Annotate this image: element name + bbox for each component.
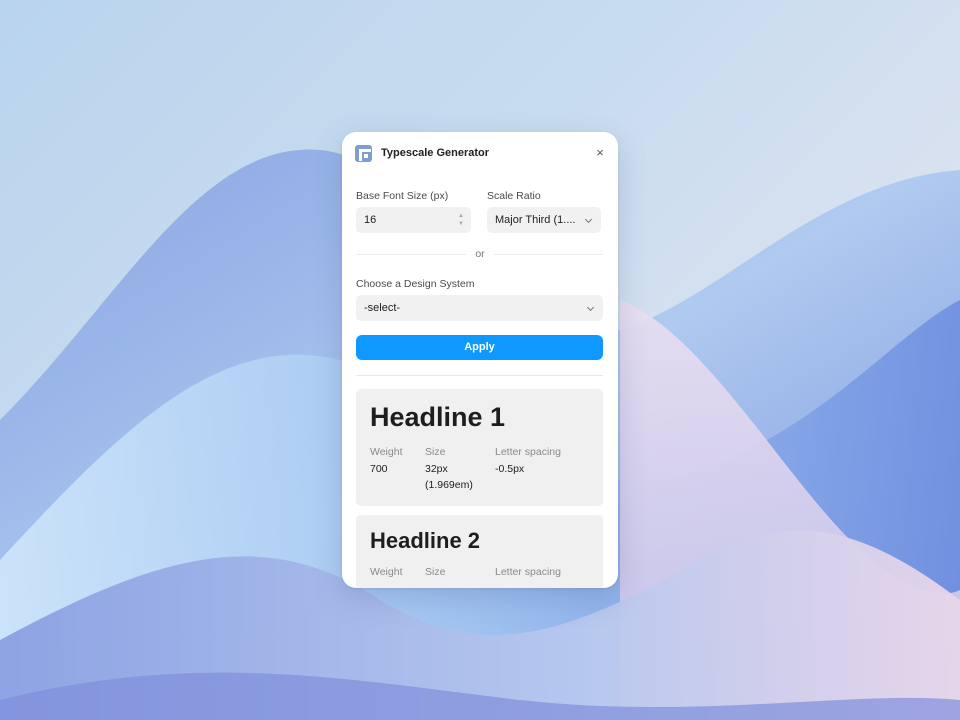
size-label: Size	[425, 566, 446, 578]
headline-2-preview: Headline 2	[370, 528, 481, 553]
typescale-plugin-panel: Typescale Generator × Base Font Size (px…	[342, 132, 618, 588]
scale-ratio-value: Major Third (1....	[495, 214, 576, 226]
size-px-value: 32px	[425, 463, 448, 475]
or-divider-text: or	[475, 248, 485, 260]
base-font-size-value: 16	[364, 214, 377, 226]
weight-label: Weight	[370, 446, 403, 458]
divider-right	[494, 254, 603, 255]
weight-label: Weight	[370, 566, 403, 578]
type-style-card-headline-2[interactable]: Headline 2 Weight Size Letter spacing	[356, 515, 603, 588]
close-icon[interactable]: ×	[593, 145, 607, 161]
chevron-down-icon	[584, 215, 593, 224]
scale-ratio-label: Scale Ratio	[487, 190, 541, 202]
letter-spacing-value: -0.5px	[495, 463, 525, 475]
design-system-label: Choose a Design System	[356, 278, 475, 290]
divider-left	[356, 254, 466, 255]
panel-title: Typescale Generator	[381, 147, 490, 159]
plugin-logo-icon	[355, 145, 372, 162]
apply-button[interactable]: Apply	[356, 335, 603, 360]
headline-1-preview: Headline 1	[370, 402, 506, 432]
scale-ratio-select[interactable]: Major Third (1....	[487, 207, 601, 233]
size-em-value: (1.969em)	[425, 479, 473, 491]
section-divider	[356, 375, 603, 376]
chevron-down-icon	[586, 303, 595, 312]
base-font-size-input[interactable]: 16 ▲ ▼	[356, 207, 471, 233]
stepper-arrows-icon[interactable]: ▲ ▼	[457, 212, 465, 228]
design-system-select[interactable]: -select-	[356, 295, 603, 321]
letter-spacing-label: Letter spacing	[495, 446, 561, 458]
design-system-value: -select-	[364, 302, 401, 314]
letter-spacing-label: Letter spacing	[495, 566, 561, 578]
weight-value: 700	[370, 463, 388, 475]
base-font-size-label: Base Font Size (px)	[356, 190, 449, 202]
panel-titlebar: Typescale Generator ×	[342, 132, 618, 176]
type-style-card-headline-1[interactable]: Headline 1 Weight Size Letter spacing 70…	[356, 389, 603, 506]
size-label: Size	[425, 446, 446, 458]
